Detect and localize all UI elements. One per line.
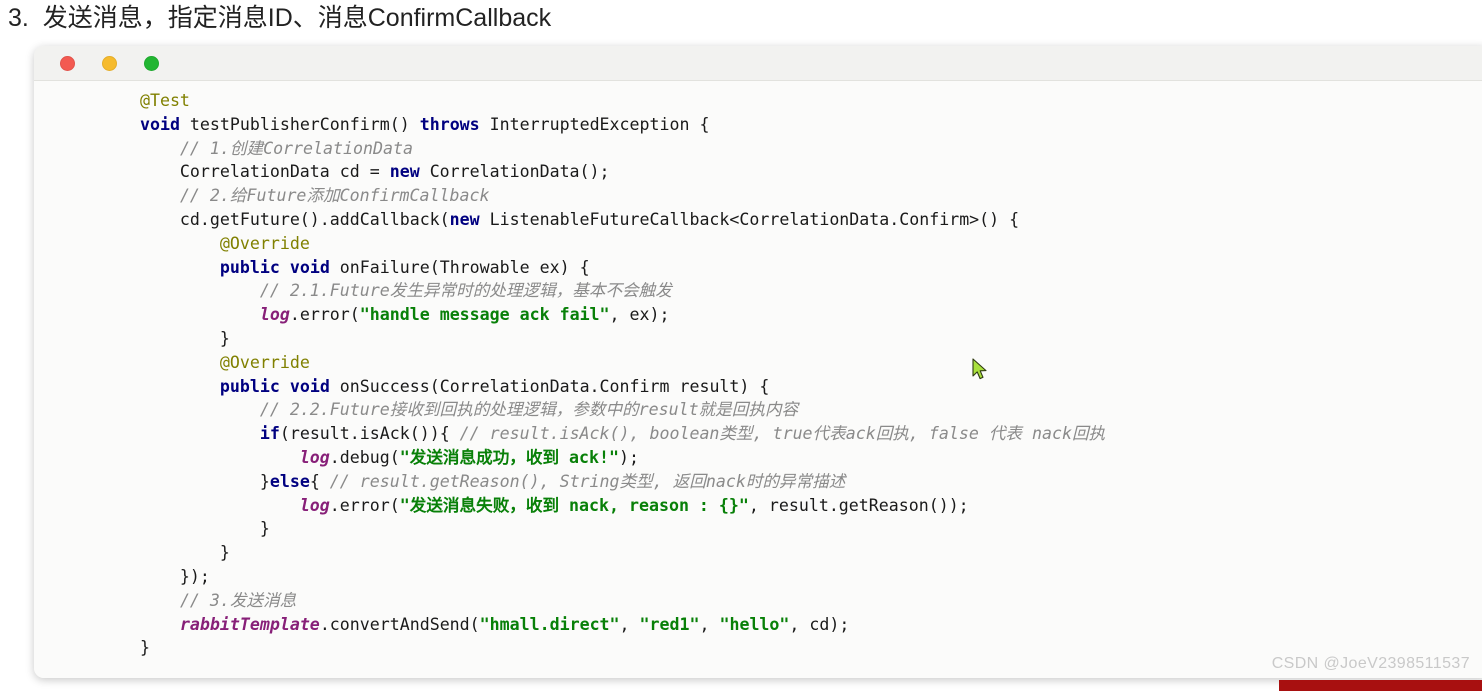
csdn-watermark: CSDN @JoeV2398511537: [1271, 655, 1470, 672]
window-close-icon[interactable]: [60, 56, 75, 71]
window-titlebar: [34, 46, 1482, 81]
code-block[interactable]: @Test void testPublisherConfirm() throws…: [34, 89, 1482, 660]
page-title: 3. 发送消息，指定消息ID、消息ConfirmCallback: [8, 4, 552, 32]
window-minimize-icon[interactable]: [102, 56, 117, 71]
bottom-accent-bar: [1279, 680, 1482, 691]
code-window: @Test void testPublisherConfirm() throws…: [34, 46, 1482, 678]
window-maximize-icon[interactable]: [144, 56, 159, 71]
code-editor-body[interactable]: @Test void testPublisherConfirm() throws…: [34, 81, 1482, 678]
